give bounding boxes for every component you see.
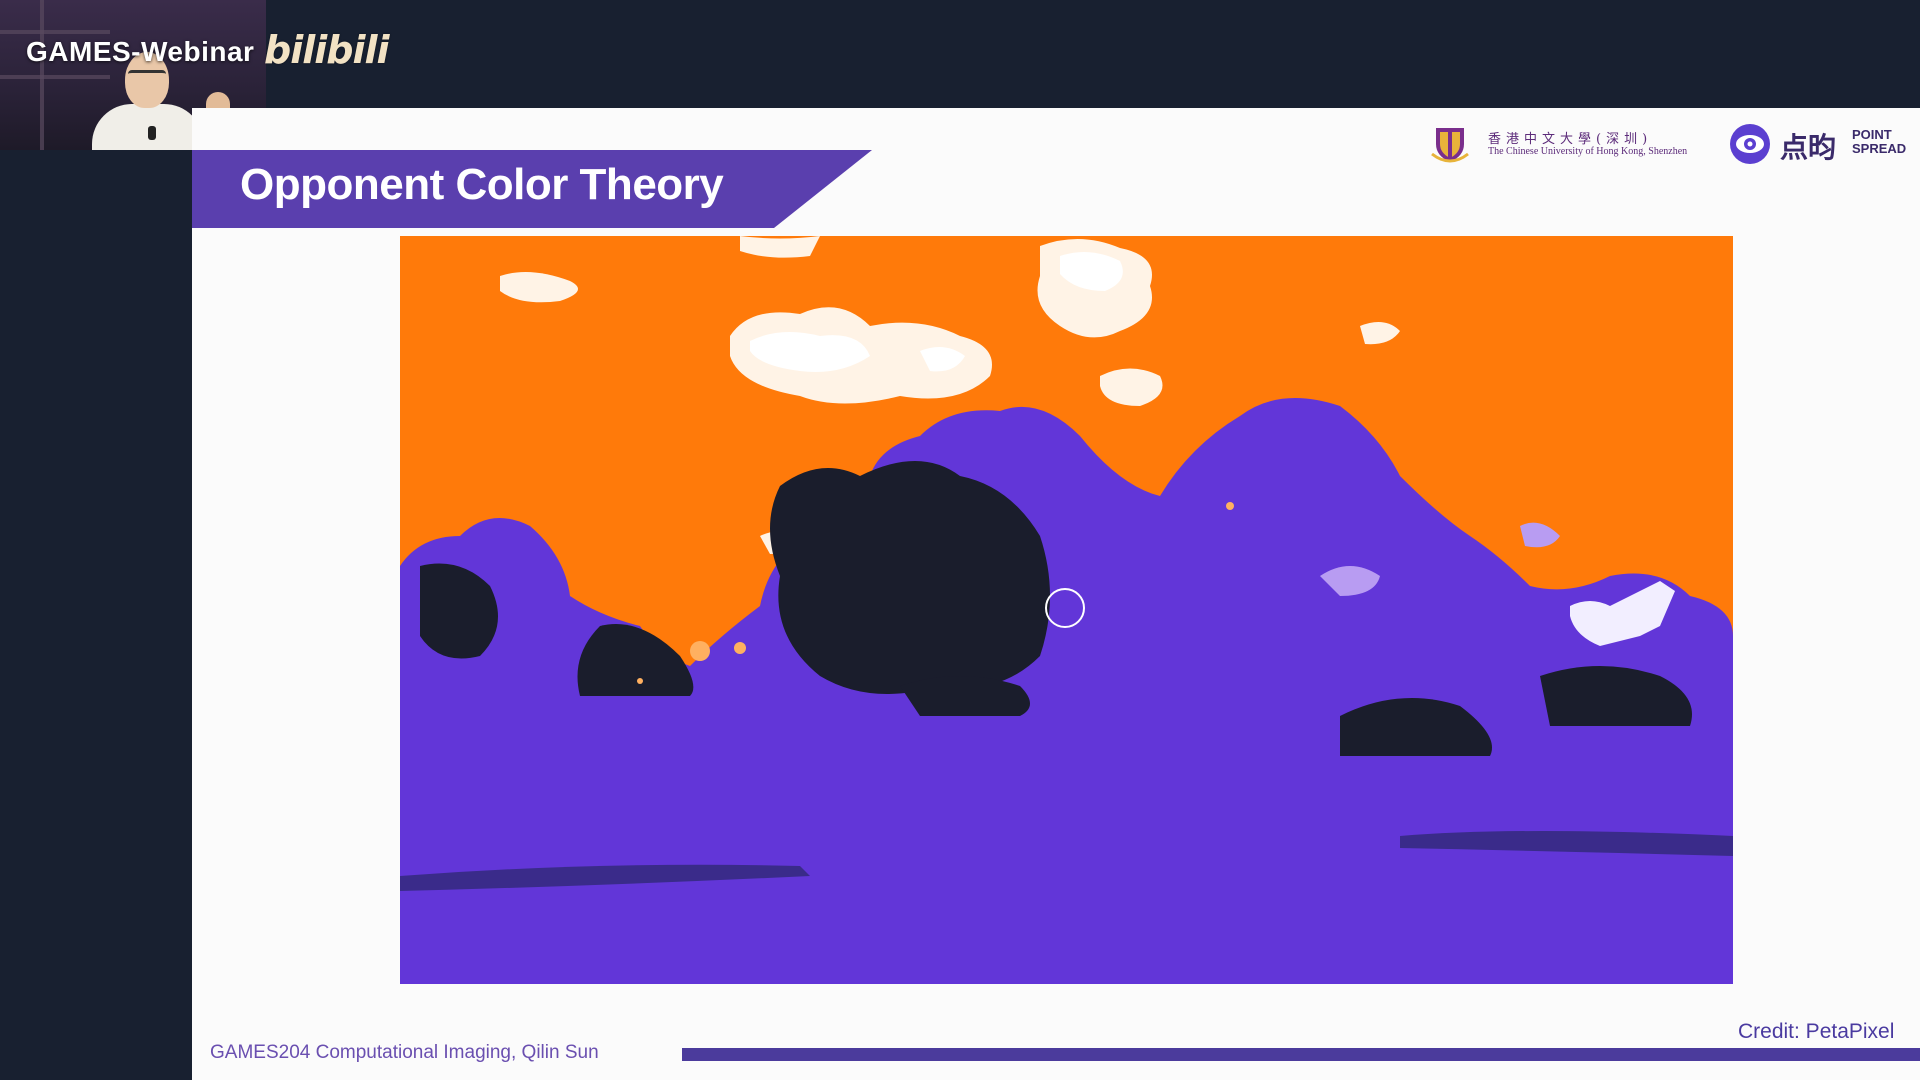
bilibili-logo: bilibili — [264, 28, 390, 72]
pointspread-line1: POINT — [1852, 127, 1892, 142]
image-credit: Credit: PetaPixel — [1738, 1020, 1895, 1043]
pointspread-line2: SPREAD — [1852, 141, 1907, 156]
footer-course-title: GAMES204 Computational Imaging, Qilin Su… — [210, 1042, 599, 1063]
pointspread-english-name: POINT SPREAD — [1852, 128, 1912, 156]
shelf — [0, 30, 110, 34]
cuhk-chinese-name: 香港中文大學(深圳) — [1488, 132, 1653, 147]
lawn — [400, 796, 1733, 984]
presenter-glasses — [128, 70, 166, 83]
slide-title: Opponent Color Theory — [240, 160, 724, 209]
microphone — [148, 126, 156, 140]
channel-title: GAMES-Webinar — [26, 36, 255, 67]
shelf — [40, 0, 44, 150]
shelf — [0, 75, 110, 79]
cuhk-english-name: The Chinese University of Hong Kong, She… — [1488, 146, 1688, 157]
pointspread-eye-icon — [1730, 124, 1770, 164]
cuhk-crest-icon — [1431, 128, 1469, 163]
pointspread-chinese-name: 点昀 — [1780, 131, 1837, 164]
footer-bar — [682, 1048, 1920, 1061]
circle-cursor-icon — [1045, 588, 1085, 628]
